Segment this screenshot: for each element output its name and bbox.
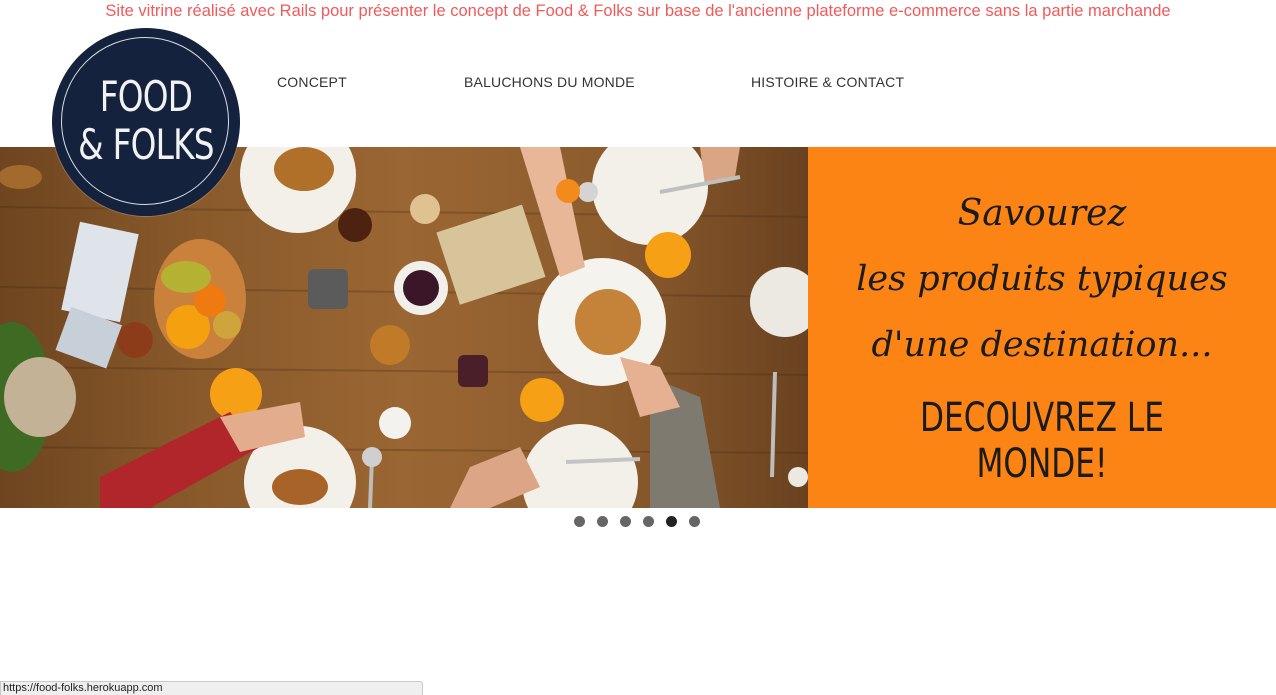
nav-concept[interactable]: CONCEPT — [277, 74, 347, 90]
carousel-dot-2[interactable] — [597, 516, 608, 527]
nav-histoire-contact[interactable]: HISTOIRE & CONTACT — [751, 74, 904, 90]
browser-status-url: https://food-folks.herokuapp.com — [0, 681, 423, 695]
carousel-dot-6[interactable] — [689, 516, 700, 527]
carousel-dot-4[interactable] — [643, 516, 654, 527]
slogan-line-1: Savourez — [957, 193, 1127, 234]
slogan-panel: Savourez les produits typiques d'une des… — [808, 147, 1276, 508]
logo-line-food: FOOD — [99, 72, 193, 121]
carousel-indicators — [0, 516, 1276, 528]
slogan-line-2: les produits typiques — [856, 259, 1228, 299]
nav-baluchons-du-monde[interactable]: BALUCHONS DU MONDE — [464, 74, 635, 90]
food-and-folks-logo[interactable]: FOOD & FOLKS — [52, 28, 240, 216]
carousel-dot-3[interactable] — [620, 516, 631, 527]
carousel-dot-5-active[interactable] — [666, 516, 677, 527]
slogan-line-3: d'une destination... — [871, 325, 1213, 365]
site-description-banner: Site vitrine réalisé avec Rails pour pré… — [105, 2, 1171, 20]
slogan-line-4: DECOUVREZ LE MONDE! — [919, 395, 1165, 487]
carousel-dot-1[interactable] — [574, 516, 585, 527]
logo-line-folks: & FOLKS — [78, 120, 214, 169]
